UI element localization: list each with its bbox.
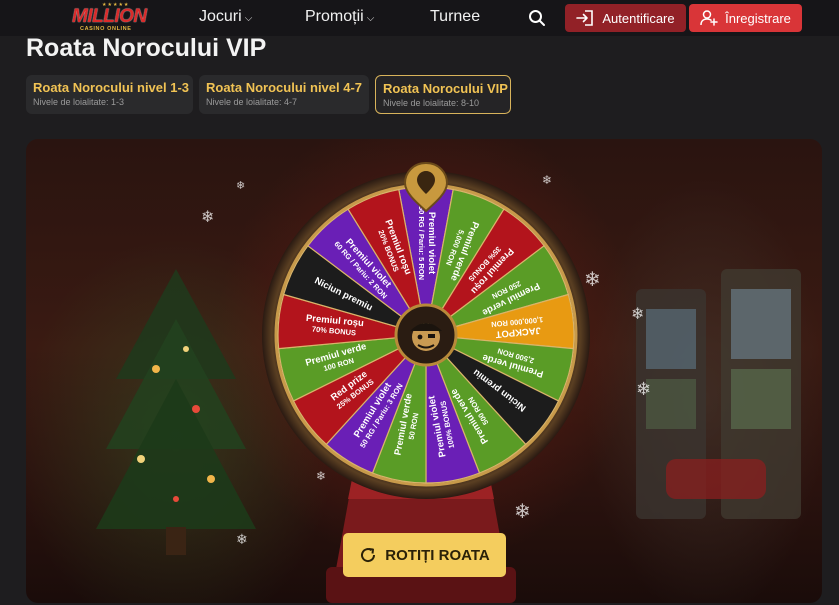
tab-vip[interactable]: Roata Norocului VIP Nivele de loialitate… [375,75,511,114]
chevron-down-icon: ⌵ [366,12,375,24]
nav-item-turnee[interactable]: Turnee [430,8,480,26]
add-user-icon [700,10,718,26]
refresh-icon [361,548,376,563]
spin-button-label: ROTIȚI ROATA [385,546,490,564]
snowflake-icon: ❄ [631,306,645,323]
tab-level-1-3[interactable]: Roata Norocului nivel 1-3 Nivele de loia… [26,75,193,114]
page-title: Roata Norocului VIP [26,34,267,62]
snowflake-icon: ❄ [236,531,248,547]
register-label: Înregistrare [725,10,791,26]
spin-wheel-button[interactable]: ROTIȚI ROATA [343,533,506,577]
logo-word: MILLION [72,6,147,27]
snowflake-icon: ❄ [636,379,652,399]
login-icon [576,10,594,26]
search-button[interactable] [527,8,547,28]
snowflake-icon: ❄ [514,501,531,523]
wheel-segment-label: Premiul violet50 RG / Pariu: 5 RON [417,206,437,280]
fortune-wheel[interactable]: Premiul violet50 RG / Pariu: 5 RON Premiu… [256,159,596,499]
nav-item-label: Promoții [305,8,364,25]
top-navbar: ★★★★★ MILLION CASINO ONLINE Jocuri ⌵ Pro… [0,0,839,36]
tab-subtitle: Nivele de loialitate: 4-7 [206,97,298,107]
snowflake-icon: ❄ [201,209,215,226]
tab-title: Roata Norocului VIP [383,81,508,96]
nav-item-label: Jocuri [199,8,242,25]
logo-subtitle: CASINO ONLINE [80,26,132,32]
login-label: Autentificare [602,10,675,26]
tab-subtitle: Nivele de loialitate: 8-10 [383,98,480,108]
tab-title: Roata Norocului nivel 4-7 [206,80,363,95]
search-icon [529,10,545,26]
nav-item-label: Turnee [430,8,481,25]
chevron-down-icon: ⌵ [244,12,253,24]
tab-title: Roata Norocului nivel 1-3 [33,80,190,95]
tab-subtitle: Nivele de loialitate: 1-3 [33,97,125,107]
nav-item-jocuri[interactable]: Jocuri ⌵ [199,8,252,26]
register-button[interactable]: Înregistrare [689,4,802,32]
login-button[interactable]: Autentificare [565,4,686,32]
wheel-stage: ❄ ❄ ❄ ❄ ❄ ❄ ❄ ❄ ❄ Premiul violet50 RG / … [26,139,822,603]
christmas-tree-image [96,269,256,555]
site-logo[interactable]: ★★★★★ MILLION CASINO ONLINE [72,2,156,34]
slot-machines-image [636,269,801,519]
snowflake-icon: ❄ [236,180,246,192]
nav-item-promotii[interactable]: Promoții ⌵ [305,8,374,26]
tab-level-4-7[interactable]: Roata Norocului nivel 4-7 Nivele de loia… [199,75,369,114]
